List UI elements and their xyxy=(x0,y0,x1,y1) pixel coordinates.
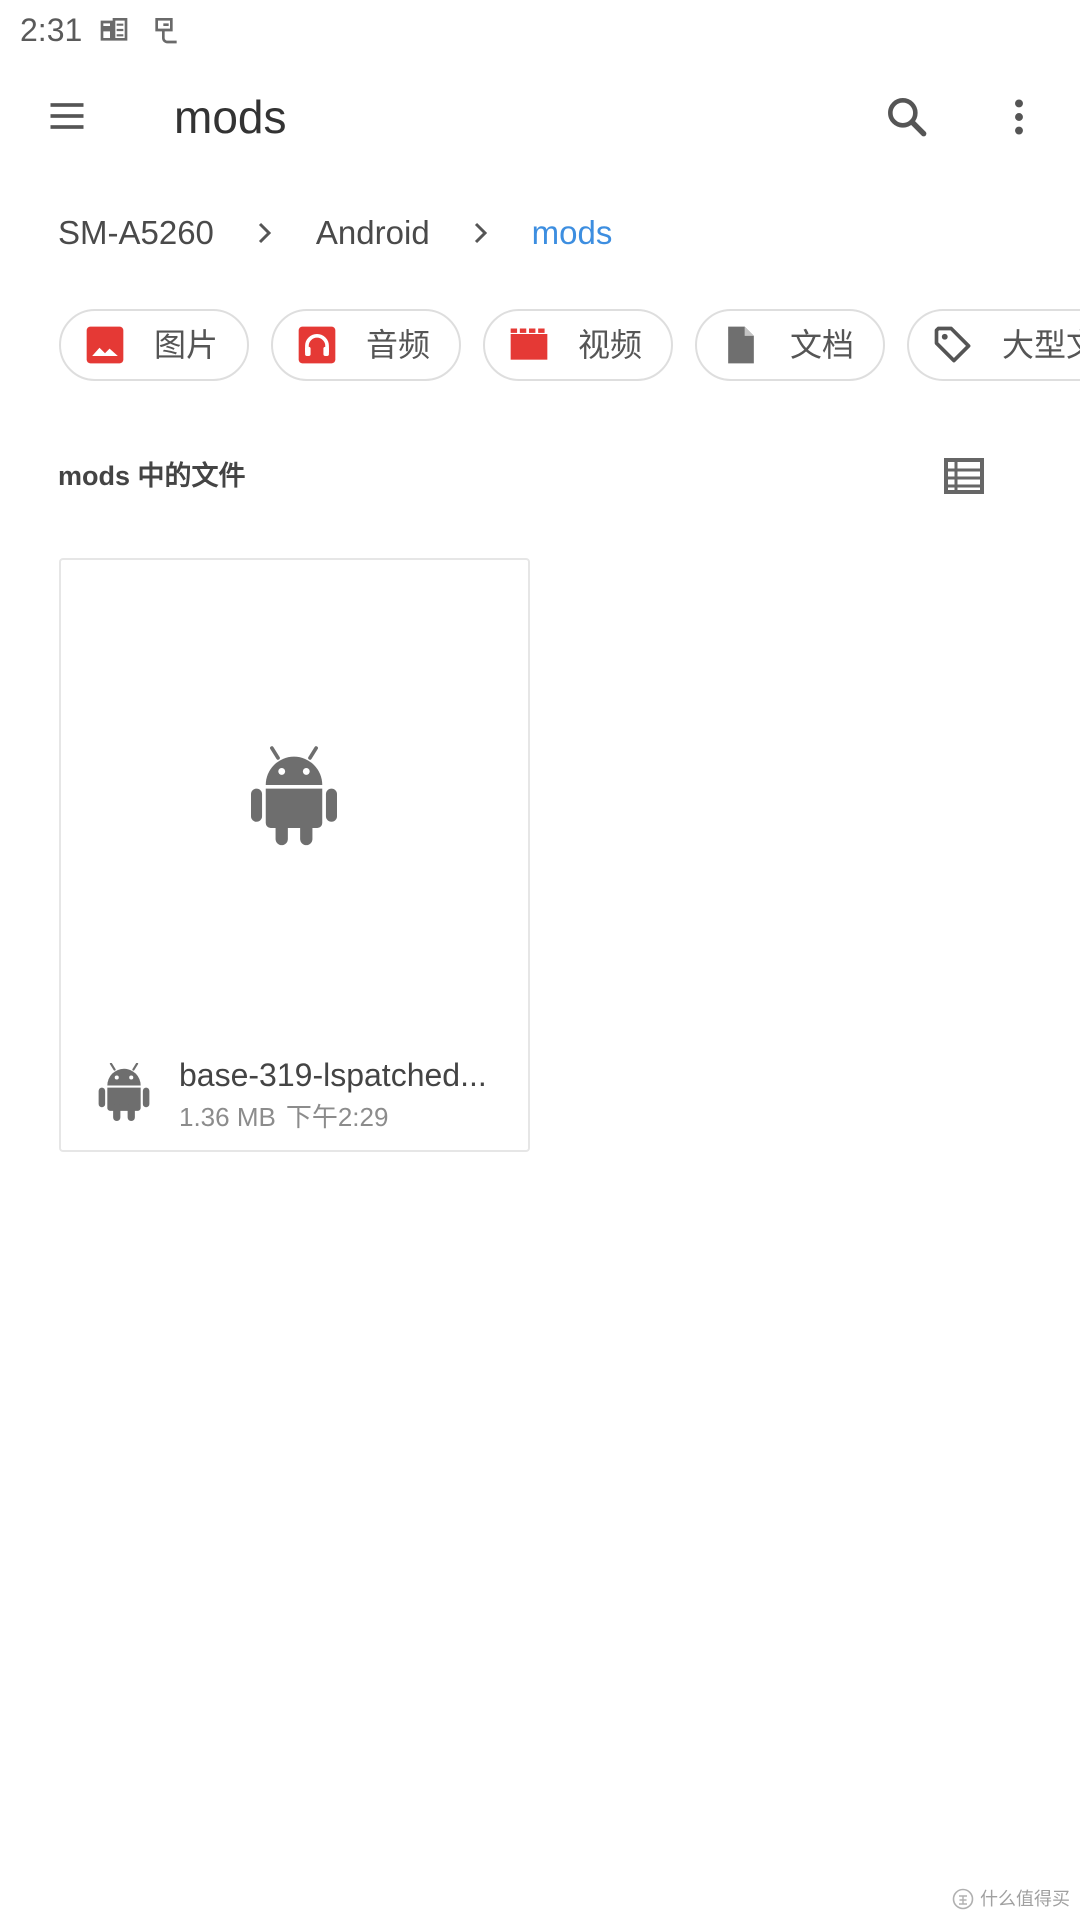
breadcrumb-item-current[interactable]: mods xyxy=(532,213,613,253)
chip-documents[interactable]: 文档 xyxy=(695,309,885,381)
app-notification-icon xyxy=(150,14,182,46)
chip-audio[interactable]: 音频 xyxy=(271,309,461,381)
search-icon xyxy=(888,98,927,137)
page-title: mods xyxy=(174,91,287,143)
breadcrumb-item-android[interactable]: Android xyxy=(316,213,430,253)
chip-large-files[interactable]: 大型文 xyxy=(907,309,1080,381)
filter-chips: 图片 音频 视频 文档 大型文 xyxy=(59,309,1080,383)
android-icon xyxy=(98,1063,150,1121)
more-options-button[interactable] xyxy=(994,92,1044,142)
search-button[interactable] xyxy=(882,92,932,142)
chip-videos[interactable]: 视频 xyxy=(483,309,673,381)
file-card[interactable]: base-319-lspatched... 1.36 MB 下午2:29 xyxy=(59,558,530,1152)
chevron-right-icon xyxy=(254,217,276,249)
more-vert-icon xyxy=(1015,99,1023,135)
view-toggle-button[interactable] xyxy=(940,452,988,500)
document-icon xyxy=(719,323,763,367)
chevron-right-icon xyxy=(470,217,492,249)
status-bar-time: 2:31 xyxy=(20,12,83,48)
file-modified-time: 下午2:29 xyxy=(285,1102,389,1132)
watermark-text: 什么值得买 xyxy=(980,1889,1070,1909)
chip-label: 视频 xyxy=(578,327,643,363)
smzdm-logo-icon xyxy=(952,1888,974,1910)
chip-label: 音频 xyxy=(366,327,431,363)
image-icon xyxy=(83,323,127,367)
menu-button[interactable] xyxy=(42,94,92,138)
tag-icon xyxy=(931,323,975,367)
watermark: 什么值得买 xyxy=(952,1886,1070,1912)
video-icon xyxy=(507,323,551,367)
file-meta: 1.36 MB 下午2:29 xyxy=(179,1101,388,1133)
audio-icon xyxy=(295,323,339,367)
chip-label: 图片 xyxy=(154,327,219,363)
status-bar-notifications xyxy=(98,14,182,46)
app-notification-icon xyxy=(98,14,130,46)
menu-icon xyxy=(50,103,84,129)
file-manager-screen: 2:31 mods SM-A5260 Android mods 图片 音频 视频… xyxy=(0,0,1080,1922)
breadcrumb-item-device[interactable]: SM-A5260 xyxy=(58,213,214,253)
chip-label: 大型文 xyxy=(1002,327,1080,363)
file-name: base-319-lspatched... xyxy=(179,1057,487,1093)
chip-label: 文档 xyxy=(790,327,855,363)
chip-images[interactable]: 图片 xyxy=(59,309,249,381)
android-icon xyxy=(251,746,337,846)
file-size: 1.36 MB xyxy=(179,1102,276,1132)
breadcrumb: SM-A5260 Android mods xyxy=(58,213,612,253)
section-title: mods 中的文件 xyxy=(58,461,246,491)
list-view-icon xyxy=(944,458,984,494)
